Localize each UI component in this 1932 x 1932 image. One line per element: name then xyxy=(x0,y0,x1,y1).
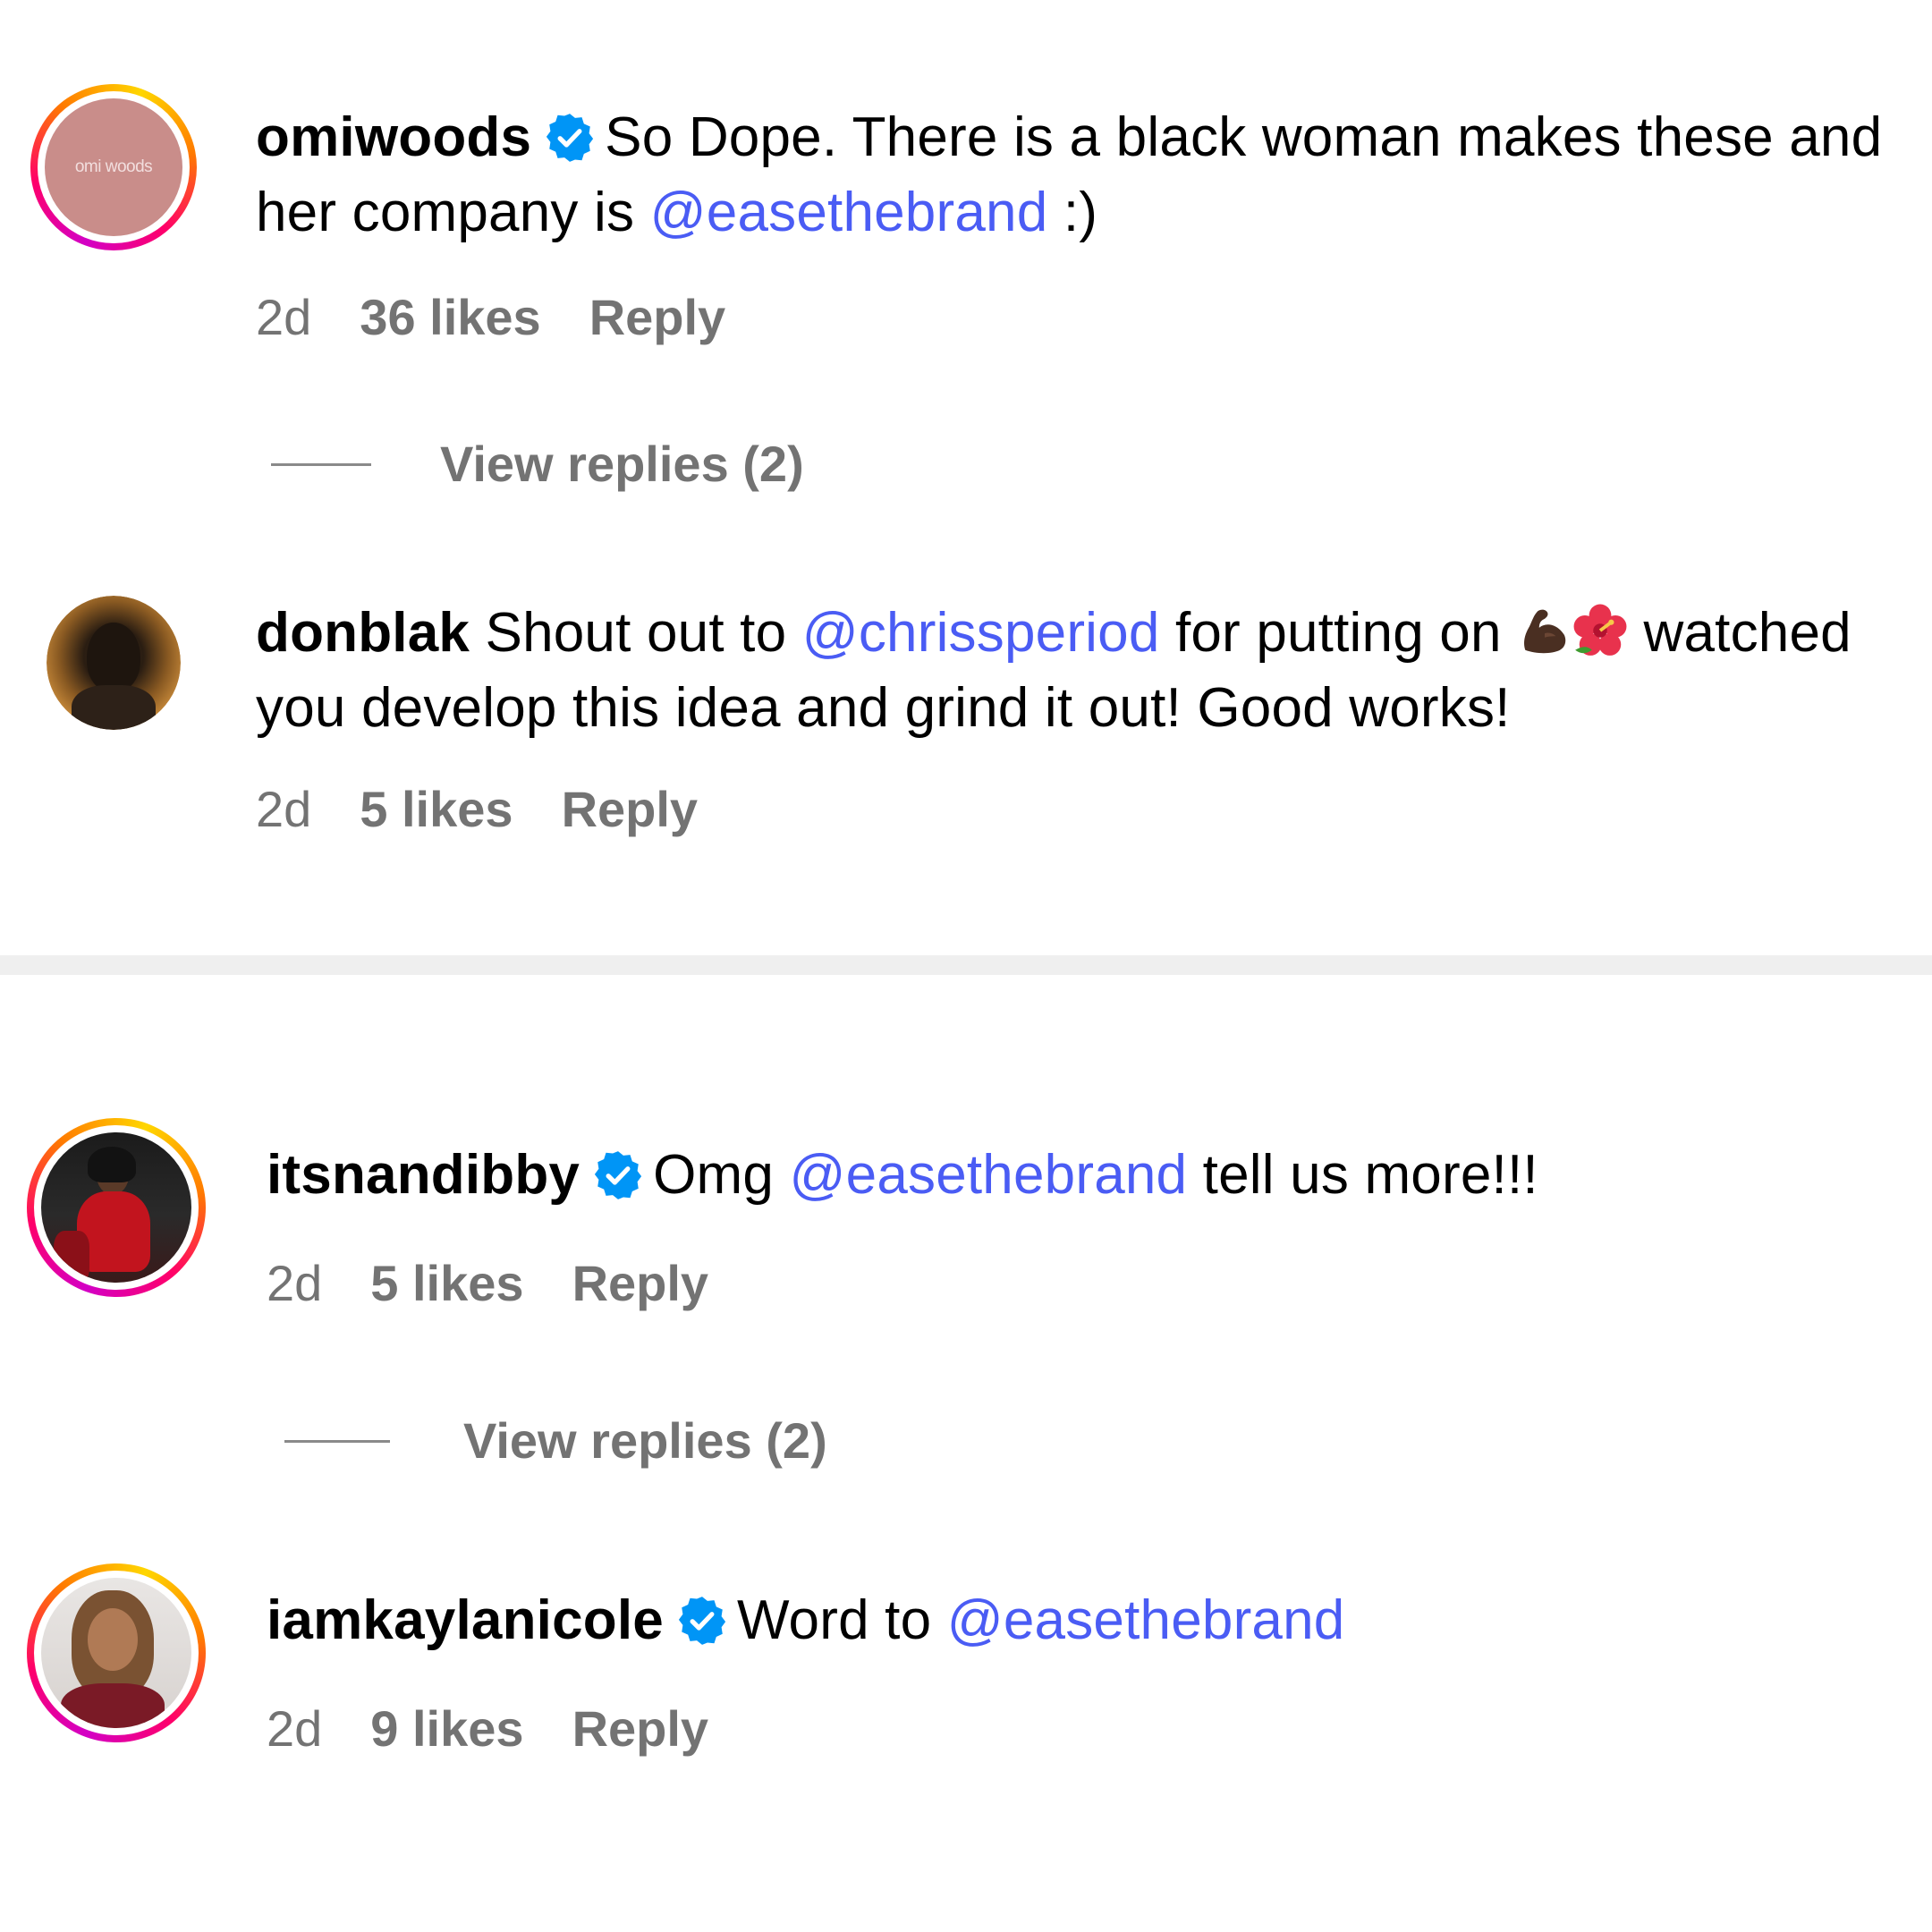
flexed-biceps-icon xyxy=(1524,609,1566,654)
hibiscus-icon xyxy=(1573,604,1627,656)
likes-count[interactable]: 9 likes xyxy=(370,1700,523,1757)
comment-body-end: tell us more!!! xyxy=(1187,1144,1538,1206)
reply-button[interactable]: Reply xyxy=(562,781,699,837)
comment-text: iamkaylanicole Word to @easethebrand xyxy=(267,1583,1932,1658)
comment-text: donblak Shout out to @chrissperiod for p… xyxy=(256,596,1932,746)
comment-body: Word to xyxy=(736,1589,947,1651)
comment-body: Shout out to xyxy=(485,602,802,664)
view-replies-button[interactable]: View replies (2) xyxy=(440,435,804,493)
avatar-omiwoods[interactable]: omi woods xyxy=(30,84,197,250)
comment-text: omiwoods So Dope. There is a black woman … xyxy=(256,100,1932,250)
verified-badge-icon xyxy=(547,114,594,162)
mention-link[interactable]: @chrissperiod xyxy=(802,602,1160,664)
comment-meta: 2d 36 likes Reply xyxy=(256,288,774,346)
username[interactable]: omiwoods xyxy=(256,106,531,168)
view-replies-line xyxy=(271,463,371,466)
mention-link[interactable]: @easethebrand xyxy=(790,1144,1188,1206)
avatar-donblak[interactable] xyxy=(47,596,181,730)
avatar-iamkaylanicole[interactable] xyxy=(27,1563,206,1742)
avatar-itsnandibby[interactable] xyxy=(27,1118,206,1297)
mention-link[interactable]: @easethebrand xyxy=(947,1589,1345,1651)
mention-link[interactable]: @easethebrand xyxy=(650,182,1048,243)
likes-count[interactable]: 5 likes xyxy=(360,781,513,837)
comment-time[interactable]: 2d xyxy=(267,1255,322,1311)
reply-button[interactable]: Reply xyxy=(572,1255,709,1311)
username[interactable]: iamkaylanicole xyxy=(267,1589,664,1651)
reply-button[interactable]: Reply xyxy=(589,289,726,345)
reply-button[interactable]: Reply xyxy=(572,1700,709,1757)
verified-badge-icon xyxy=(595,1151,642,1199)
username[interactable]: itsnandibby xyxy=(267,1144,580,1206)
comment-time[interactable]: 2d xyxy=(256,289,311,345)
comment-body: Omg xyxy=(653,1144,790,1206)
comment-meta: 2d 9 likes Reply xyxy=(267,1699,757,1758)
view-replies-line xyxy=(284,1440,390,1443)
likes-count[interactable]: 36 likes xyxy=(360,289,540,345)
comment-body-mid: for putting on xyxy=(1159,602,1518,664)
view-replies-button[interactable]: View replies (2) xyxy=(463,1411,827,1470)
comment-meta: 2d 5 likes Reply xyxy=(256,780,746,838)
avatar-logo-text: omi woods xyxy=(74,157,153,176)
comment-time[interactable]: 2d xyxy=(256,781,311,837)
likes-count[interactable]: 5 likes xyxy=(370,1255,523,1311)
comment-text: itsnandibby Omg @easethebrand tell us mor… xyxy=(267,1138,1932,1213)
username[interactable]: donblak xyxy=(256,602,470,664)
comment-time[interactable]: 2d xyxy=(267,1700,322,1757)
section-divider xyxy=(0,955,1932,975)
comment-meta: 2d 5 likes Reply xyxy=(267,1254,757,1312)
comment-body-end: :) xyxy=(1047,182,1098,243)
verified-badge-icon xyxy=(678,1597,726,1645)
